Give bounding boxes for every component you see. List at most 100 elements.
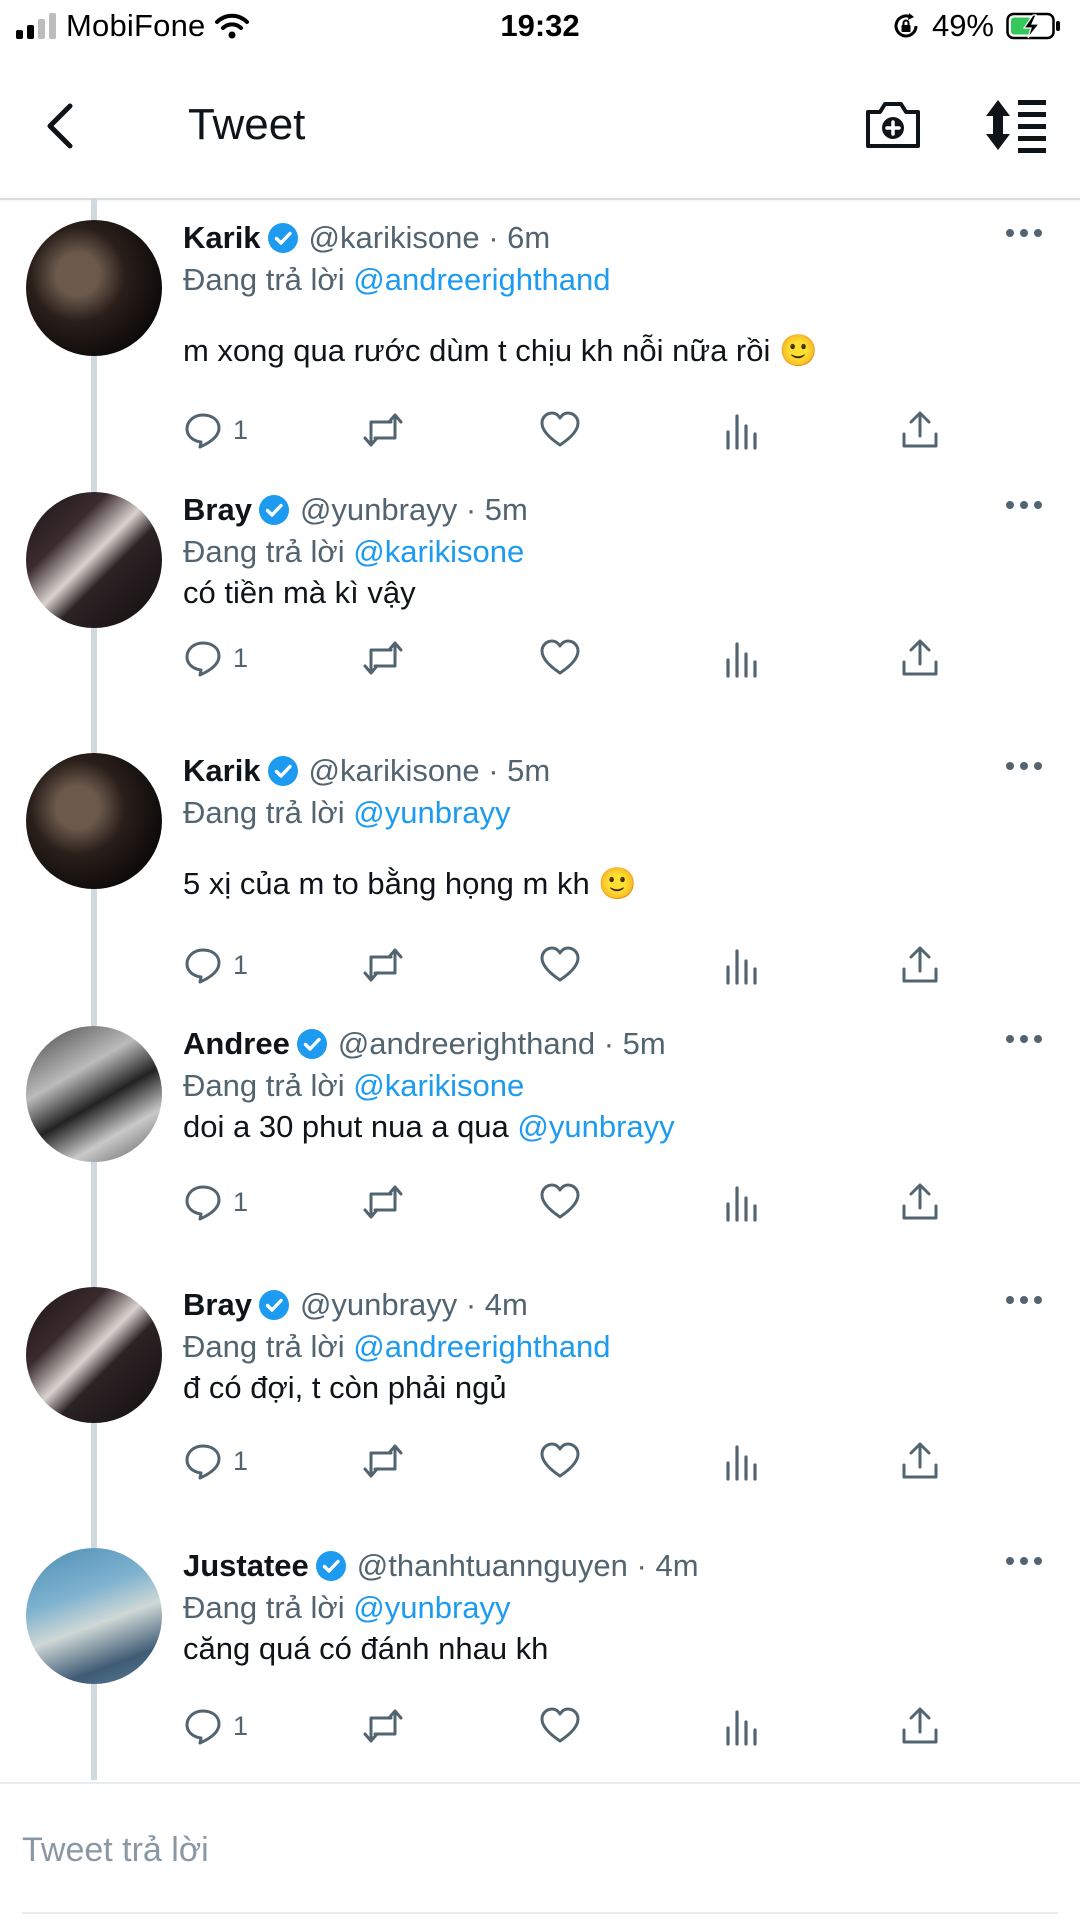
reply-count: 1 [233,414,249,445]
more-dots-icon[interactable] [1004,1032,1044,1046]
replying-to-mention[interactable]: @andreerighthand [353,262,610,297]
verified-badge-icon [258,494,290,526]
tweet-actions: 1 [183,1180,963,1224]
avatar[interactable] [26,1287,162,1423]
replying-to-mention[interactable]: @karikisone [353,534,524,569]
like-button[interactable] [539,1180,581,1224]
like-button[interactable] [539,636,581,680]
tweet-header: Bray @yunbrayy · 5m [183,492,528,528]
reply-button[interactable]: 1 [183,1180,248,1224]
share-icon [902,411,938,448]
analytics-button[interactable] [724,1180,760,1224]
text-mention-link[interactable]: @yunbrayy [517,1109,674,1144]
share-button[interactable] [900,943,940,987]
retweet-button[interactable] [361,1439,405,1483]
retweet-button[interactable] [361,943,405,987]
author-handle[interactable]: @andreerighthand [338,1026,595,1062]
replying-to-mention[interactable]: @karikisone [353,1068,524,1103]
avatar[interactable] [26,1026,162,1162]
author-handle[interactable]: @karikisone [309,753,480,789]
analytics-button[interactable] [724,943,760,987]
analytics-button[interactable] [724,1704,760,1748]
replying-to-mention[interactable]: @yunbrayy [353,795,510,830]
avatar[interactable] [26,1548,162,1684]
author-handle[interactable]: @karikisone [309,220,480,256]
analytics-icon [726,1710,757,1746]
like-button[interactable] [539,1439,581,1483]
tweet[interactable]: Karik @karikisone · 6m Đang trả lời @and… [0,198,1080,458]
analytics-icon [726,1186,757,1222]
more-dots-icon[interactable] [1004,226,1044,240]
tweet[interactable]: Bray @yunbrayy · 5m Đang trả lời @kariki… [0,470,1080,730]
reply-button[interactable]: 1 [183,636,248,680]
share-button[interactable] [900,1704,940,1748]
tweet-time: · 5m [457,492,528,528]
analytics-icon [726,414,757,450]
share-button[interactable] [900,1180,940,1224]
tweet[interactable]: Justatee @thanhtuannguyen · 4m Đang trả … [0,1526,1080,1786]
more-dots-icon[interactable] [1004,1293,1044,1307]
replying-to-mention[interactable]: @yunbrayy [353,1590,510,1625]
tweet-time: · 5m [595,1026,666,1062]
more-dots-icon[interactable] [1004,759,1044,773]
nav-bar: Tweet [0,56,1080,200]
author-name[interactable]: Karik [183,220,261,256]
tweet-time-text: · 4m [636,1548,699,1583]
author-name[interactable]: Justatee [183,1548,309,1584]
like-button[interactable] [539,408,581,452]
tweet[interactable]: Karik @karikisone · 5m Đang trả lời @yun… [0,731,1080,991]
tweet-time: · 4m [457,1287,528,1323]
retweet-button[interactable] [361,1180,405,1224]
retweet-button[interactable] [361,636,405,680]
tweet-actions: 1 [183,1704,963,1748]
author-handle[interactable]: @yunbrayy [300,492,457,528]
reply-button[interactable]: 1 [183,1704,248,1748]
reply-button[interactable]: 1 [183,943,248,987]
like-button[interactable] [539,1704,581,1748]
like-icon [540,411,580,447]
replying-to-mention[interactable]: @andreerighthand [353,1329,610,1364]
tweet-text: 5 xị của m to bằng họng m kh 🙂 [183,865,637,902]
sort-list-icon[interactable] [982,94,1048,156]
author-name[interactable]: Bray [183,1287,252,1323]
share-button[interactable] [900,408,940,452]
tweet-text-body: có tiền mà kì vậy [183,575,416,610]
analytics-button[interactable] [724,1439,760,1483]
back-arrow-icon[interactable] [36,96,96,156]
replying-to-label: Đang trả lời [183,795,345,830]
reply-icon [185,1709,221,1745]
reply-input[interactable] [22,1826,1058,1874]
tweet-time: · 5m [480,753,551,789]
more-dots-icon[interactable] [1004,498,1044,512]
analytics-button[interactable] [724,636,760,680]
tweet-header: Karik @karikisone · 6m [183,220,550,256]
author-name[interactable]: Karik [183,753,261,789]
tweet-text-body: căng quá có đánh nhau kh [183,1631,549,1666]
analytics-button[interactable] [724,408,760,452]
tweet[interactable]: Andree @andreerighthand · 5m Đang trả lờ… [0,1004,1080,1264]
replying-to-label: Đang trả lời [183,1329,345,1364]
retweet-icon [363,948,403,982]
avatar[interactable] [26,492,162,628]
author-name[interactable]: Andree [183,1026,290,1062]
tweet-time-text: · 5m [488,753,551,788]
more-dots-icon[interactable] [1004,1554,1044,1568]
camera-plus-icon[interactable] [862,94,924,156]
avatar[interactable] [26,220,162,356]
tweet[interactable]: Bray @yunbrayy · 4m Đang trả lời @andree… [0,1265,1080,1525]
author-name[interactable]: Bray [183,492,252,528]
reply-button[interactable]: 1 [183,408,248,452]
author-handle[interactable]: @thanhtuannguyen [357,1548,628,1584]
retweet-button[interactable] [361,1704,405,1748]
retweet-button[interactable] [361,408,405,452]
author-handle[interactable]: @yunbrayy [300,1287,457,1323]
share-button[interactable] [900,1439,940,1483]
avatar[interactable] [26,753,162,889]
replying-to-label: Đang trả lời [183,1068,345,1103]
reply-count: 1 [233,642,249,673]
tweet-actions: 1 [183,943,963,987]
reply-button[interactable]: 1 [183,1439,248,1483]
verified-badge-icon [296,1028,328,1060]
share-button[interactable] [900,636,940,680]
like-button[interactable] [539,943,581,987]
